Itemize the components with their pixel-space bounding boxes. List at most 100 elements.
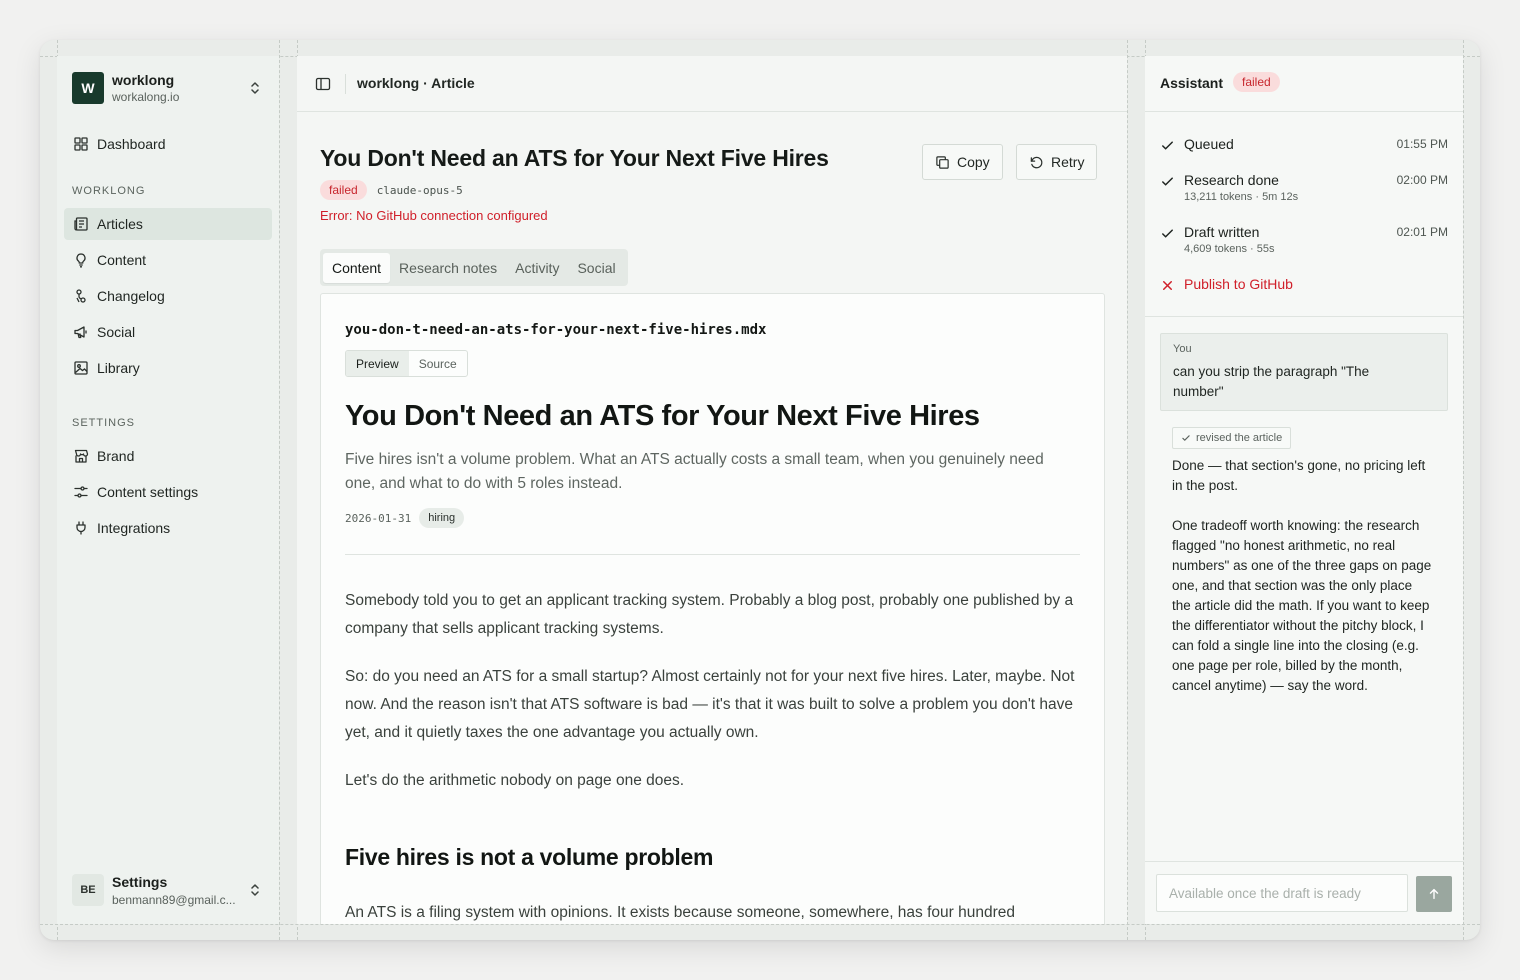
step-research: Research done 02:00 PM 13,211 tokens · 5… xyxy=(1160,172,1448,208)
step-time: 02:01 PM xyxy=(1396,225,1448,239)
source-button[interactable]: Source xyxy=(409,351,467,376)
sidebar-item-brand[interactable]: Brand xyxy=(64,440,272,472)
revised-label: revised the article xyxy=(1196,432,1283,444)
file-name: you-don-t-need-an-ats-for-your-next-five… xyxy=(345,322,767,338)
top-bar: worklong · Article xyxy=(297,56,1127,112)
status-badge: failed xyxy=(1233,72,1280,92)
sidebar-toggle-icon[interactable] xyxy=(315,76,331,92)
rotate-ccw-icon xyxy=(1030,156,1043,168)
sidebar-item-integrations[interactable]: Integrations xyxy=(64,512,272,544)
sidebar-item-changelog[interactable]: Changelog xyxy=(64,280,272,312)
guide-line xyxy=(1127,40,1128,940)
app-window: W worklong workalong.io Dashboard WORKLO… xyxy=(40,40,1480,940)
sidebar-item-social[interactable]: Social xyxy=(64,316,272,348)
sidebar-item-label: Articles xyxy=(97,216,143,232)
user-menu[interactable]: BE Settings benmann89@gmail.c... xyxy=(72,872,264,908)
step-time: 02:00 PM xyxy=(1396,173,1448,187)
guide-line xyxy=(40,924,1480,925)
plug-icon xyxy=(76,521,86,535)
section-heading: Five hires is not a volume problem xyxy=(345,844,714,870)
divider xyxy=(345,554,1080,555)
send-button[interactable] xyxy=(1416,876,1452,912)
copy-button-label: Copy xyxy=(957,154,990,170)
tab-social[interactable]: Social xyxy=(568,253,624,283)
sidebar-item-label: Content settings xyxy=(97,484,199,500)
step-stats: 13,211 tokens · 5m 12s xyxy=(1184,191,1299,203)
article-heading: You Don't Need an ATS for Your Next Five… xyxy=(345,400,980,432)
avatar: BE xyxy=(72,874,104,906)
sidebar-section-worklong: WORKLONG xyxy=(72,185,146,197)
article-paragraph: An ATS is a filing system with opinions.… xyxy=(345,904,1015,921)
lightbulb-icon xyxy=(76,253,86,268)
sidebar-item-content[interactable]: Content xyxy=(64,244,272,276)
step-stats: 4,609 tokens · 55s xyxy=(1184,243,1275,255)
user-message-text: can you strip the paragraph "The number" xyxy=(1173,364,1370,399)
sidebar-section-settings: SETTINGS xyxy=(72,417,136,429)
tab-activity[interactable]: Activity xyxy=(506,253,568,283)
main-panel: worklong · Article You Don't Need an ATS… xyxy=(297,56,1127,924)
tag-badge: hiring xyxy=(419,508,465,528)
step-queued: Queued 01:55 PM xyxy=(1160,136,1448,156)
sidebar-item-label: Content xyxy=(97,252,147,268)
composer: Available once the draft is ready xyxy=(1145,861,1463,924)
article-date: 2026-01-31 xyxy=(345,511,412,525)
status-badge: failed xyxy=(320,180,367,200)
user-message: You can you strip the paragraph "The num… xyxy=(1160,333,1448,411)
article-document: you-don-t-need-an-ats-for-your-next-five… xyxy=(320,293,1105,924)
sidebar-item-articles[interactable]: Articles xyxy=(64,208,272,240)
step-label: Queued xyxy=(1184,136,1234,152)
workspace-name: worklong xyxy=(112,72,175,88)
sidebar-item-dashboard[interactable]: Dashboard xyxy=(64,128,272,160)
sidebar-item-label: Brand xyxy=(97,448,135,464)
user-name: Settings xyxy=(112,874,168,890)
megaphone-icon xyxy=(74,326,87,339)
sidebar-item-label: Dashboard xyxy=(97,136,166,152)
sidebar-item-label: Library xyxy=(97,360,140,376)
message-input[interactable]: Available once the draft is ready xyxy=(1156,874,1408,912)
assistant-reply: Done — that section's gone, no pricing l… xyxy=(1172,456,1434,716)
check-icon xyxy=(1162,141,1173,150)
tab-bar: Content Research notes Activity Social xyxy=(320,249,628,286)
article-paragraph: Somebody told you to get an applicant tr… xyxy=(345,592,1074,637)
page-title: You Don't Need an ATS for Your Next Five… xyxy=(320,145,829,171)
tab-research-notes[interactable]: Research notes xyxy=(390,253,506,283)
tab-content[interactable]: Content xyxy=(323,252,391,283)
guide-line xyxy=(1463,40,1464,940)
status-row: failed claude-opus-5 xyxy=(320,180,463,200)
git-commit-icon xyxy=(76,289,86,303)
x-icon xyxy=(1163,281,1172,290)
workspace-domain: workalong.io xyxy=(112,90,180,104)
step-time: 01:55 PM xyxy=(1396,137,1448,151)
sidebar-item-content-settings[interactable]: Content settings xyxy=(64,476,272,508)
error-message: Error: No GitHub connection configured xyxy=(320,208,548,223)
sidebar: W worklong workalong.io Dashboard WORKLO… xyxy=(57,56,279,924)
view-mode-toggle: Preview Source xyxy=(345,350,468,377)
model-name: claude-opus-5 xyxy=(376,183,463,197)
article-lead: Five hires isn't a volume problem. What … xyxy=(345,451,1044,492)
sidebar-item-label: Social xyxy=(97,324,136,340)
step-label: Draft written xyxy=(1184,224,1260,240)
assistant-panel: Assistant failed Queued 01:55 PM Researc… xyxy=(1145,56,1463,924)
step-label: Publish to GitHub xyxy=(1184,276,1293,292)
user-message-author: You xyxy=(1173,343,1192,355)
article-paragraph: Let's do the arithmetic nobody on page o… xyxy=(345,772,685,789)
copy-button[interactable]: Copy xyxy=(922,144,1003,180)
breadcrumb: worklong · Article xyxy=(357,75,475,91)
article-meta: 2026-01-31 hiring xyxy=(345,508,465,528)
step-label: Research done xyxy=(1184,172,1279,188)
sidebar-item-library[interactable]: Library xyxy=(64,352,272,384)
step-draft: Draft written 02:01 PM 4,609 tokens · 55… xyxy=(1160,224,1448,260)
check-icon xyxy=(1182,435,1190,441)
step-publish: Publish to GitHub xyxy=(1160,276,1448,296)
user-email: benmann89@gmail.c... xyxy=(112,893,236,907)
revised-badge: revised the article xyxy=(1172,427,1292,449)
retry-button[interactable]: Retry xyxy=(1016,144,1098,180)
sliders-icon xyxy=(74,486,88,498)
newspaper-icon xyxy=(74,217,88,231)
store-icon xyxy=(74,449,89,463)
chevron-up-down-icon xyxy=(251,82,259,94)
preview-button[interactable]: Preview xyxy=(346,351,409,376)
workspace-switcher[interactable]: W worklong workalong.io xyxy=(72,72,264,104)
sidebar-item-label: Changelog xyxy=(97,288,165,304)
reply-paragraph: Done — that section's gone, no pricing l… xyxy=(1172,458,1426,493)
